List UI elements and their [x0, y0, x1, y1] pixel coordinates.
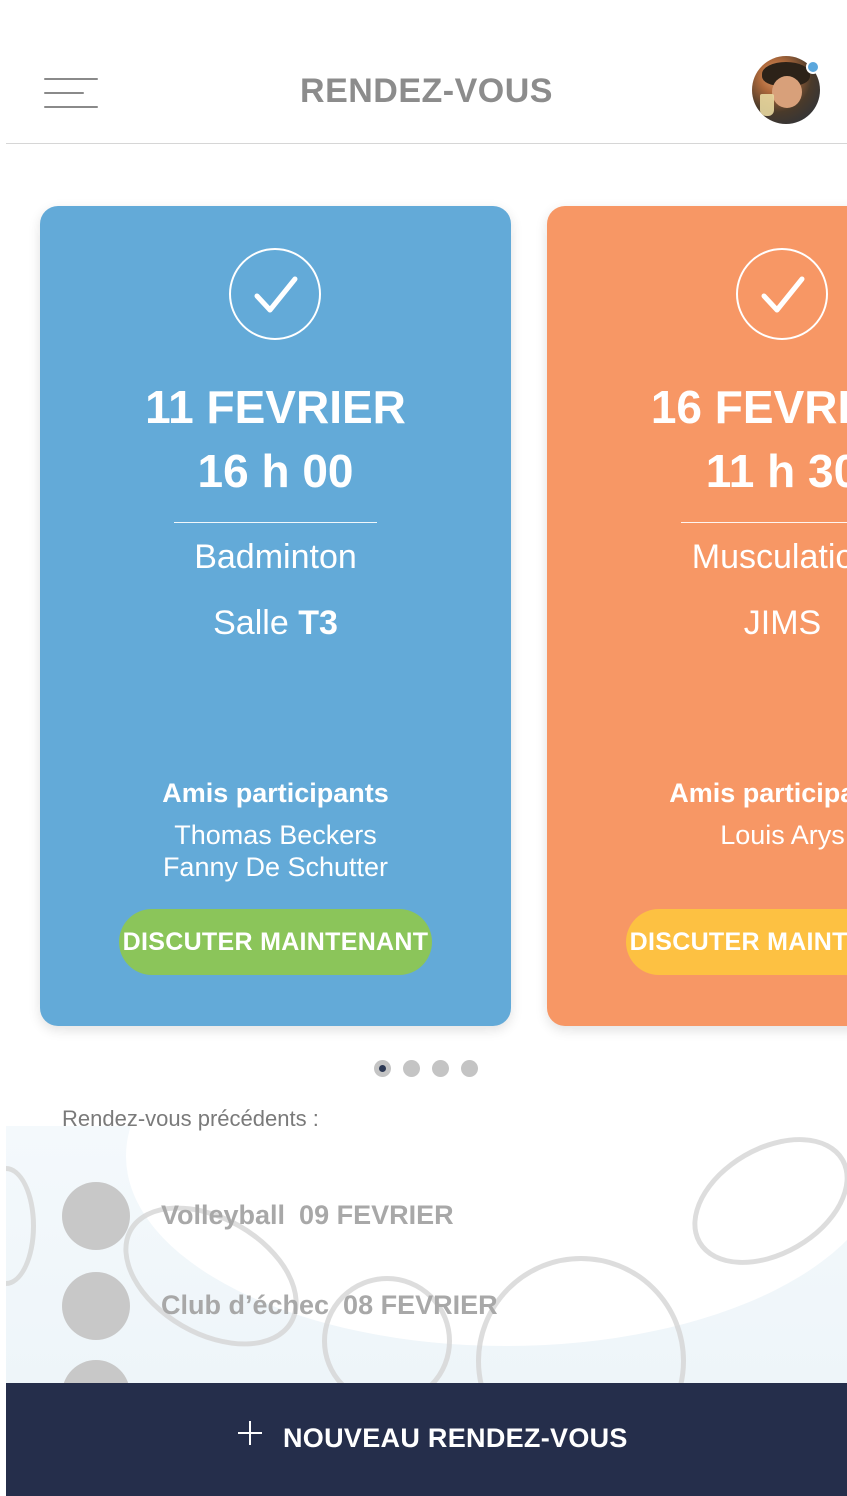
pagination-dot[interactable]: [432, 1060, 449, 1077]
appointment-place: Salle T3: [40, 604, 511, 643]
previous-item-date: 09 FEVRIER: [299, 1200, 454, 1230]
appointment-date: 11 FEVRIER: [145, 381, 406, 433]
new-appointment-label: NOUVEAU RENDEZ-VOUS: [283, 1423, 628, 1453]
app-screen: RENDEZ-VOUS 11 FEVRIER 16 h 00 Badminton…: [6, 0, 847, 1496]
previous-item-sport: Club d’échec: [161, 1290, 330, 1320]
sports-background-illustration: [6, 1126, 847, 1386]
previous-appointments-label: Rendez-vous précédents :: [62, 1106, 319, 1131]
friends-title: Amis participants: [162, 778, 389, 808]
previous-item[interactable]: Club d’échec 08 FEVRIER: [161, 1290, 498, 1321]
pagination-dot-active[interactable]: [374, 1060, 391, 1077]
chat-now-button[interactable]: DISCUTER MAINTENANT: [119, 909, 432, 975]
pagination-dot[interactable]: [403, 1060, 420, 1077]
previous-item-icon[interactable]: [62, 1182, 130, 1250]
appointment-place: JIMS: [743, 604, 822, 642]
header: RENDEZ-VOUS: [6, 0, 847, 144]
friend-name: Thomas Beckers: [174, 820, 377, 850]
friends-title: Amis participants: [669, 778, 847, 808]
previous-item-sport: Volleyball: [161, 1200, 286, 1230]
appointment-sport: Badminton: [194, 538, 357, 576]
place-prefix: Salle: [213, 604, 289, 642]
online-status-badge: [806, 60, 820, 74]
checkmark-icon: [229, 248, 321, 340]
page-title: RENDEZ-VOUS: [300, 72, 553, 110]
new-appointment-button[interactable]: NOUVEAU RENDEZ-VOUS: [6, 1383, 847, 1496]
divider: [174, 522, 377, 523]
appointment-time: 16 h 00: [197, 445, 354, 497]
previous-item[interactable]: Volleyball 09 FEVRIER: [161, 1200, 454, 1231]
appointment-time: 11 h 30: [705, 445, 847, 497]
pagination-dot[interactable]: [461, 1060, 478, 1077]
previous-item-date: 08 FEVRIER: [343, 1290, 498, 1320]
appointment-date: 16 FEVRIER: [650, 381, 847, 433]
previous-item-icon[interactable]: [62, 1272, 130, 1340]
divider: [681, 522, 847, 523]
appointment-card[interactable]: 11 FEVRIER 16 h 00 Badminton Salle T3 Am…: [40, 206, 511, 1026]
friend-name: Louis Arys: [720, 820, 845, 850]
plus-icon: [238, 1421, 262, 1445]
racket-icon: [6, 1166, 36, 1286]
chat-now-button[interactable]: DISCUTER MAINTENANT: [626, 909, 847, 975]
checkmark-icon: [736, 248, 828, 340]
friend-name: Fanny De Schutter: [162, 852, 389, 882]
place-name: T3: [298, 604, 338, 642]
appointment-card[interactable]: 16 FEVRIER 11 h 30 Musculation JIMS Amis…: [547, 206, 847, 1026]
appointment-sport: Musculation: [691, 538, 847, 576]
